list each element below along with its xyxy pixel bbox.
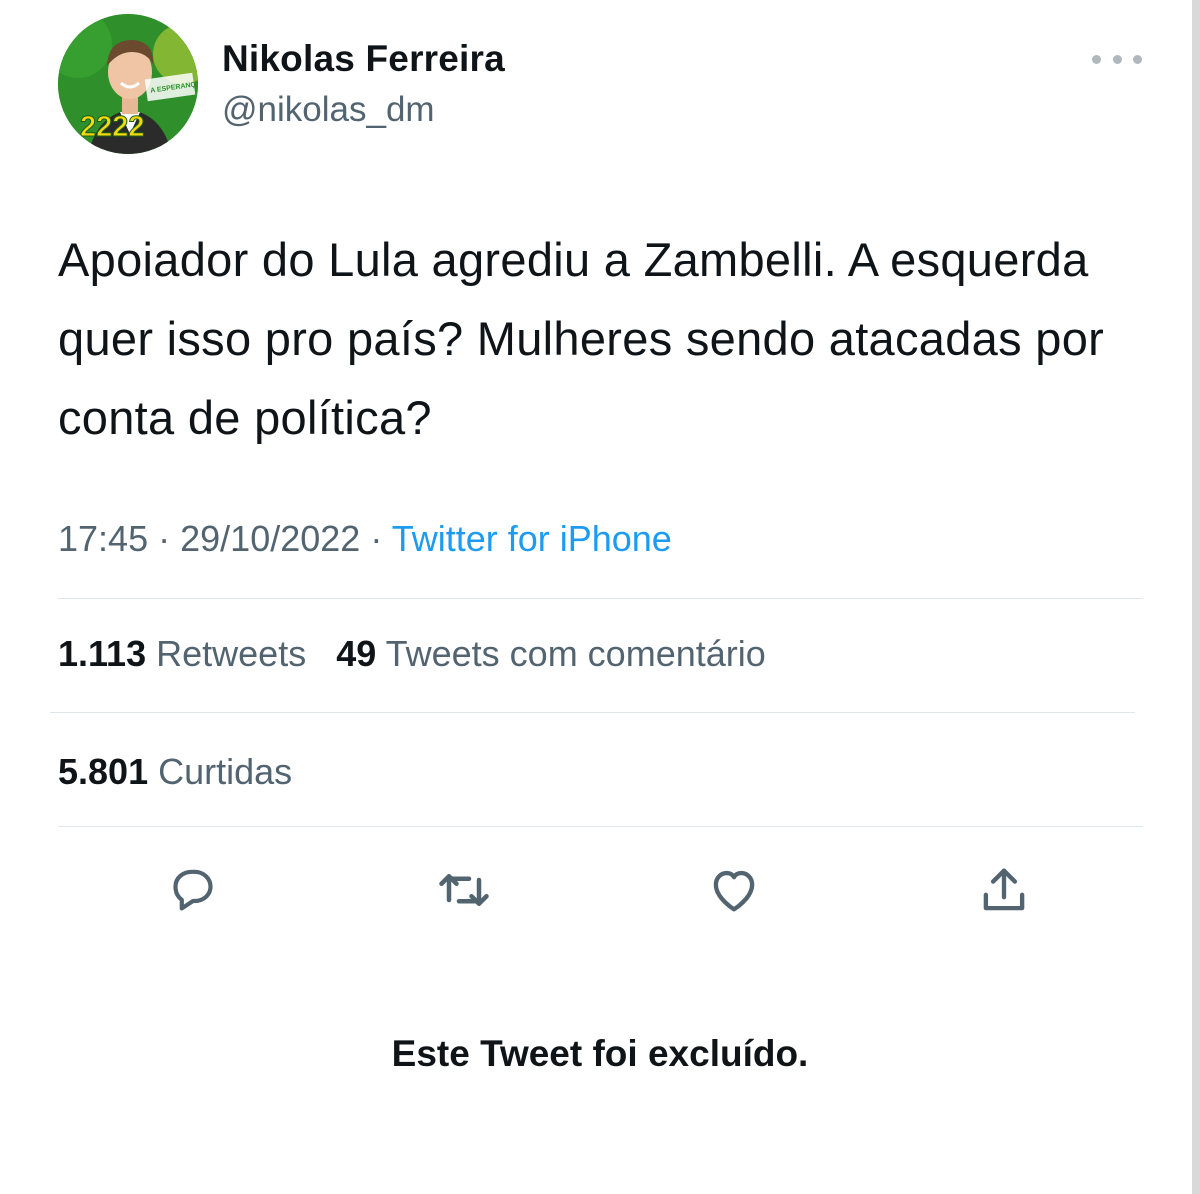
divider [50,712,1135,713]
quotes-stat[interactable]: 49 Tweets com comentário [336,633,766,674]
tweet-time[interactable]: 17:45 [58,518,148,559]
tweet-text: Apoiador do Lula agrediu a Zambelli. A e… [58,233,1105,444]
meta-separator: · [158,518,171,559]
divider [58,598,1143,599]
more-dot-icon [1112,54,1122,64]
likes-label: Curtidas [158,751,293,792]
likes-stats-row: 5.801 Curtidas [58,751,292,793]
avatar-image: A ESPERANÇA SOMOS NÓS 2222 [58,14,198,154]
avatar-badge: 2222 [80,111,145,143]
tweet-meta: 17:45 · 29/10/2022 · Twitter for iPhone [58,518,672,560]
heart-icon [713,870,755,912]
more-dot-icon [1092,54,1101,64]
retweet-icon [439,874,489,906]
tweet-date[interactable]: 29/10/2022 [180,518,360,559]
tweet-source-link[interactable]: Twitter for iPhone [392,518,672,559]
author-display-name[interactable]: Nikolas Ferreira [222,38,505,80]
quotes-count: 49 [336,633,377,674]
likes-count: 5.801 [58,751,149,792]
share-button[interactable] [974,860,1034,920]
retweet-button[interactable] [434,860,494,920]
likes-stat[interactable]: 5.801 Curtidas [58,751,292,792]
meta-separator: · [370,518,383,559]
deleted-tweet-notice: Este Tweet foi excluído. [391,1033,809,1074]
retweets-stat[interactable]: 1.113 Retweets [58,633,306,674]
author-handle[interactable]: @nikolas_dm [222,90,435,130]
share-icon [983,868,1025,911]
divider [58,826,1143,827]
retweet-stats-row: 1.113 Retweets 49 Tweets com comentário [58,633,766,675]
reply-icon [173,869,213,911]
retweets-label: Retweets [156,633,307,674]
reply-button[interactable] [163,860,223,920]
like-button[interactable] [704,860,764,920]
quotes-label: Tweets com comentário [385,633,766,674]
retweets-count: 1.113 [58,633,147,674]
more-dot-icon [1133,54,1142,64]
more-options-button[interactable] [1092,44,1142,74]
window-edge [1192,0,1200,1194]
avatar[interactable]: A ESPERANÇA SOMOS NÓS 2222 [58,14,198,154]
